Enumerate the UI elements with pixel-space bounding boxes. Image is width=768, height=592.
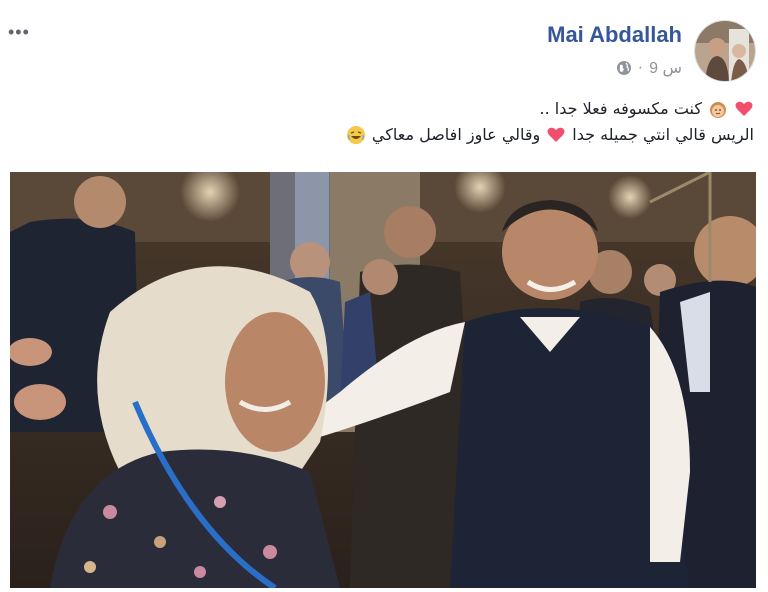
post-photo[interactable]: [10, 172, 756, 588]
post-text-line-2: الريس قالي انتي جميله جدا وقالي عاوز افا…: [14, 122, 754, 148]
laughing-face-icon: [346, 126, 365, 144]
author-name[interactable]: Mai Abdallah: [547, 22, 682, 48]
more-options-icon[interactable]: •••: [8, 22, 30, 43]
post-text: كنت مكسوفه فعلا جدا .. الريس قالي انتي ج…: [14, 96, 754, 148]
heart-icon: [547, 127, 565, 142]
photo-image: [10, 172, 756, 588]
heart-icon: [735, 101, 753, 116]
post-timestamp[interactable]: 9 س: [649, 58, 682, 78]
post-meta: · 9 س: [616, 58, 682, 78]
post-text-line-1: كنت مكسوفه فعلا جدا ..: [14, 96, 754, 122]
post-text-line-2a: الريس قالي انتي جميله جدا: [572, 125, 754, 144]
girl-face-icon: [710, 102, 726, 118]
post-text-line-2b: وقالي عاوز افاصل معاكي: [371, 125, 541, 144]
facebook-post: ••• Mai Abdallah · 9 س كنت مكسوفه فعلا ج…: [0, 0, 768, 592]
avatar-image: [695, 21, 755, 81]
meta-separator: ·: [637, 59, 644, 76]
globe-icon[interactable]: [616, 60, 632, 76]
avatar[interactable]: [694, 20, 756, 82]
post-text-line-1-content: كنت مكسوفه فعلا جدا ..: [539, 99, 703, 118]
